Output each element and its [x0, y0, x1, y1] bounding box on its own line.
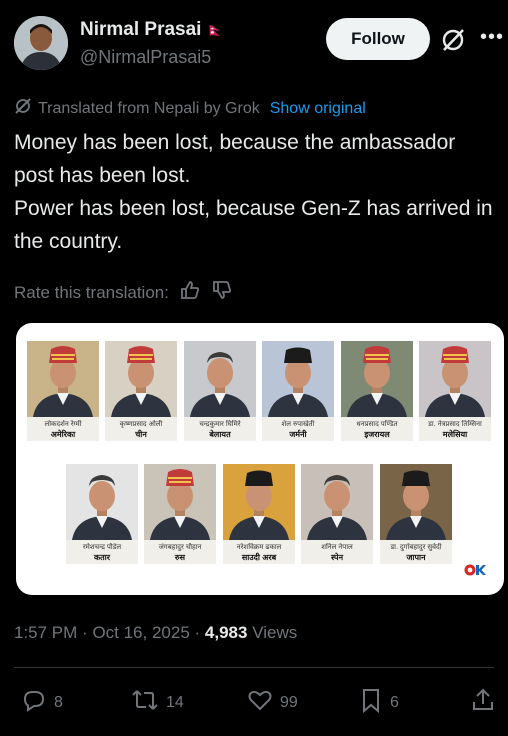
portrait-photo: [262, 341, 334, 417]
portrait-photo: [27, 341, 99, 417]
ambassador-country: मलेसिया: [442, 430, 468, 439]
ambassador-country: चीन: [135, 430, 147, 439]
ambassador-country: जर्मनी: [289, 430, 307, 439]
ambassador-country: अमेरिका: [50, 430, 76, 439]
portrait-photo: [301, 464, 373, 540]
rate-translation: Rate this translation:: [14, 279, 233, 306]
portrait-caption: धनप्रसाद पण्डित इजरायल: [341, 417, 413, 441]
ambassador-card: कृष्णप्रसाद ओली चीन: [105, 341, 177, 441]
views-count: 4,983: [204, 623, 248, 642]
ambassador-card: शेल रुपाखेती जर्मनी: [262, 341, 334, 441]
thumbs-up-icon[interactable]: [179, 279, 201, 306]
portrait-photo: [419, 341, 491, 417]
portrait-caption: डा. नेत्रप्रसाद तिम्सिना मलेसिया: [419, 417, 491, 441]
ambassador-name: डा. दुर्गाबहादुर सुवेदी: [390, 544, 442, 551]
author-handle[interactable]: @NirmalPrasai5: [80, 47, 211, 68]
like-count: 99: [280, 693, 298, 711]
ambassador-card: नरेशविक्रम ढकाल साउदी अरब: [223, 464, 295, 564]
ambassador-name: चन्द्रकुमार घिमिरे: [199, 421, 241, 428]
portrait-caption: डा. दुर्गाबहादुर सुवेदी जापान: [380, 540, 452, 564]
ambassador-country: इजरायल: [364, 430, 390, 439]
ambassador-name: नरेशविक्रम ढकाल: [236, 544, 282, 551]
rate-label: Rate this translation:: [14, 282, 169, 302]
reply-button[interactable]: 8: [20, 686, 63, 719]
show-original-link[interactable]: Show original: [270, 100, 366, 118]
ambassador-name: कृष्णप्रसाद ओली: [119, 421, 163, 428]
portrait-caption: जंगबहादुर चौहान रुस: [144, 540, 216, 564]
views-label: Views: [252, 623, 298, 642]
separator: ·: [82, 623, 93, 642]
post-meta: 1:57 PM · Oct 16, 2025 · 4,983 Views: [14, 623, 297, 643]
ambassador-name: लोकदर्शन रेग्मी: [44, 421, 82, 428]
ambassador-card: जंगबहादुर चौहान रुस: [144, 464, 216, 564]
portrait-caption: नरेशविक्रम ढकाल साउदी अरब: [223, 540, 295, 564]
post-date[interactable]: Oct 16, 2025: [92, 623, 189, 642]
portrait-photo: [105, 341, 177, 417]
portrait-caption: कृष्णप्रसाद ओली चीन: [105, 417, 177, 441]
translation-label: Translated from Nepali by Grok: [38, 99, 260, 117]
share-button[interactable]: [470, 686, 496, 719]
portrait-photo: [66, 464, 138, 540]
portrait-photo: [223, 464, 295, 540]
portrait-caption: शनिल नेपाल स्पेन: [301, 540, 373, 564]
reply-icon: [20, 686, 48, 719]
author-name-text[interactable]: Nirmal Prasai: [80, 19, 201, 40]
follow-button[interactable]: Follow: [326, 18, 430, 60]
portrait-caption: शेल रुपाखेती जर्मनी: [262, 417, 334, 441]
bookmark-button[interactable]: 6: [358, 686, 399, 719]
author-name[interactable]: Nirmal Prasai 🇳🇵: [80, 19, 224, 41]
portrait-photo: [144, 464, 216, 540]
ambassador-card: रमेशचन्द्र पौडेल कतार: [66, 464, 138, 564]
ambassador-card: चन्द्रकुमार घिमिरे बेलायत: [184, 341, 256, 441]
thumbs-down-icon[interactable]: [211, 279, 233, 306]
ambassador-name: रमेशचन्द्र पौडेल: [82, 544, 122, 551]
divider: [14, 667, 494, 668]
ambassador-country: स्पेन: [330, 553, 344, 562]
avatar[interactable]: [14, 16, 68, 70]
separator: ·: [194, 623, 205, 642]
repost-icon: [130, 686, 160, 719]
ambassador-country: कतार: [93, 553, 111, 562]
ok-logo: [464, 562, 486, 583]
post-time[interactable]: 1:57 PM: [14, 623, 77, 642]
ambassador-name: जंगबहादुर चौहान: [158, 544, 202, 551]
share-icon: [470, 686, 496, 719]
more-icon[interactable]: •••: [480, 26, 504, 49]
ambassador-country: जापान: [406, 553, 426, 562]
bookmark-count: 6: [390, 693, 399, 711]
ambassador-name: डा. नेत्रप्रसाद तिम्सिना: [428, 421, 482, 428]
bookmark-icon: [358, 686, 384, 719]
translation-notice: Translated from Nepali by Grok Show orig…: [14, 97, 366, 120]
ambassador-country: साउदी अरब: [241, 553, 277, 562]
grok-small-icon: [14, 97, 32, 120]
ambassador-country: रुस: [174, 553, 186, 562]
repost-count: 14: [166, 693, 184, 711]
reply-count: 8: [54, 693, 63, 711]
ambassador-card: धनप्रसाद पण्डित इजरायल: [341, 341, 413, 441]
ambassador-card: डा. नेत्रप्रसाद तिम्सिना मलेसिया: [419, 341, 491, 441]
flag-icon: 🇳🇵: [206, 22, 225, 38]
repost-button[interactable]: 14: [130, 686, 184, 719]
ambassador-card: शनिल नेपाल स्पेन: [301, 464, 373, 564]
post-text: Money has been lost, because the ambassa…: [14, 131, 493, 253]
ambassador-card: डा. दुर्गाबहादुर सुवेदी जापान: [380, 464, 452, 564]
portrait-caption: रमेशचन्द्र पौडेल कतार: [66, 540, 138, 564]
ambassador-name: धनप्रसाद पण्डित: [356, 421, 398, 428]
like-icon: [246, 686, 274, 719]
portrait-photo: [184, 341, 256, 417]
grok-icon[interactable]: [440, 27, 466, 53]
portrait-photo: [380, 464, 452, 540]
ambassador-name: शेल रुपाखेती: [281, 421, 315, 428]
ambassador-card: लोकदर्शन रेग्मी अमेरिका: [27, 341, 99, 441]
portrait-caption: लोकदर्शन रेग्मी अमेरिका: [27, 417, 99, 441]
action-bar: 8 14 99 6: [0, 686, 508, 716]
ambassador-country: बेलायत: [209, 430, 231, 439]
portrait-photo: [341, 341, 413, 417]
portrait-caption: चन्द्रकुमार घिमिरे बेलायत: [184, 417, 256, 441]
like-button[interactable]: 99: [246, 686, 298, 719]
post-image[interactable]: लोकदर्शन रेग्मी अमेरिका कृष्णप्रसाद ओली चीन…: [16, 323, 504, 595]
ambassador-name: शनिल नेपाल: [321, 544, 353, 551]
